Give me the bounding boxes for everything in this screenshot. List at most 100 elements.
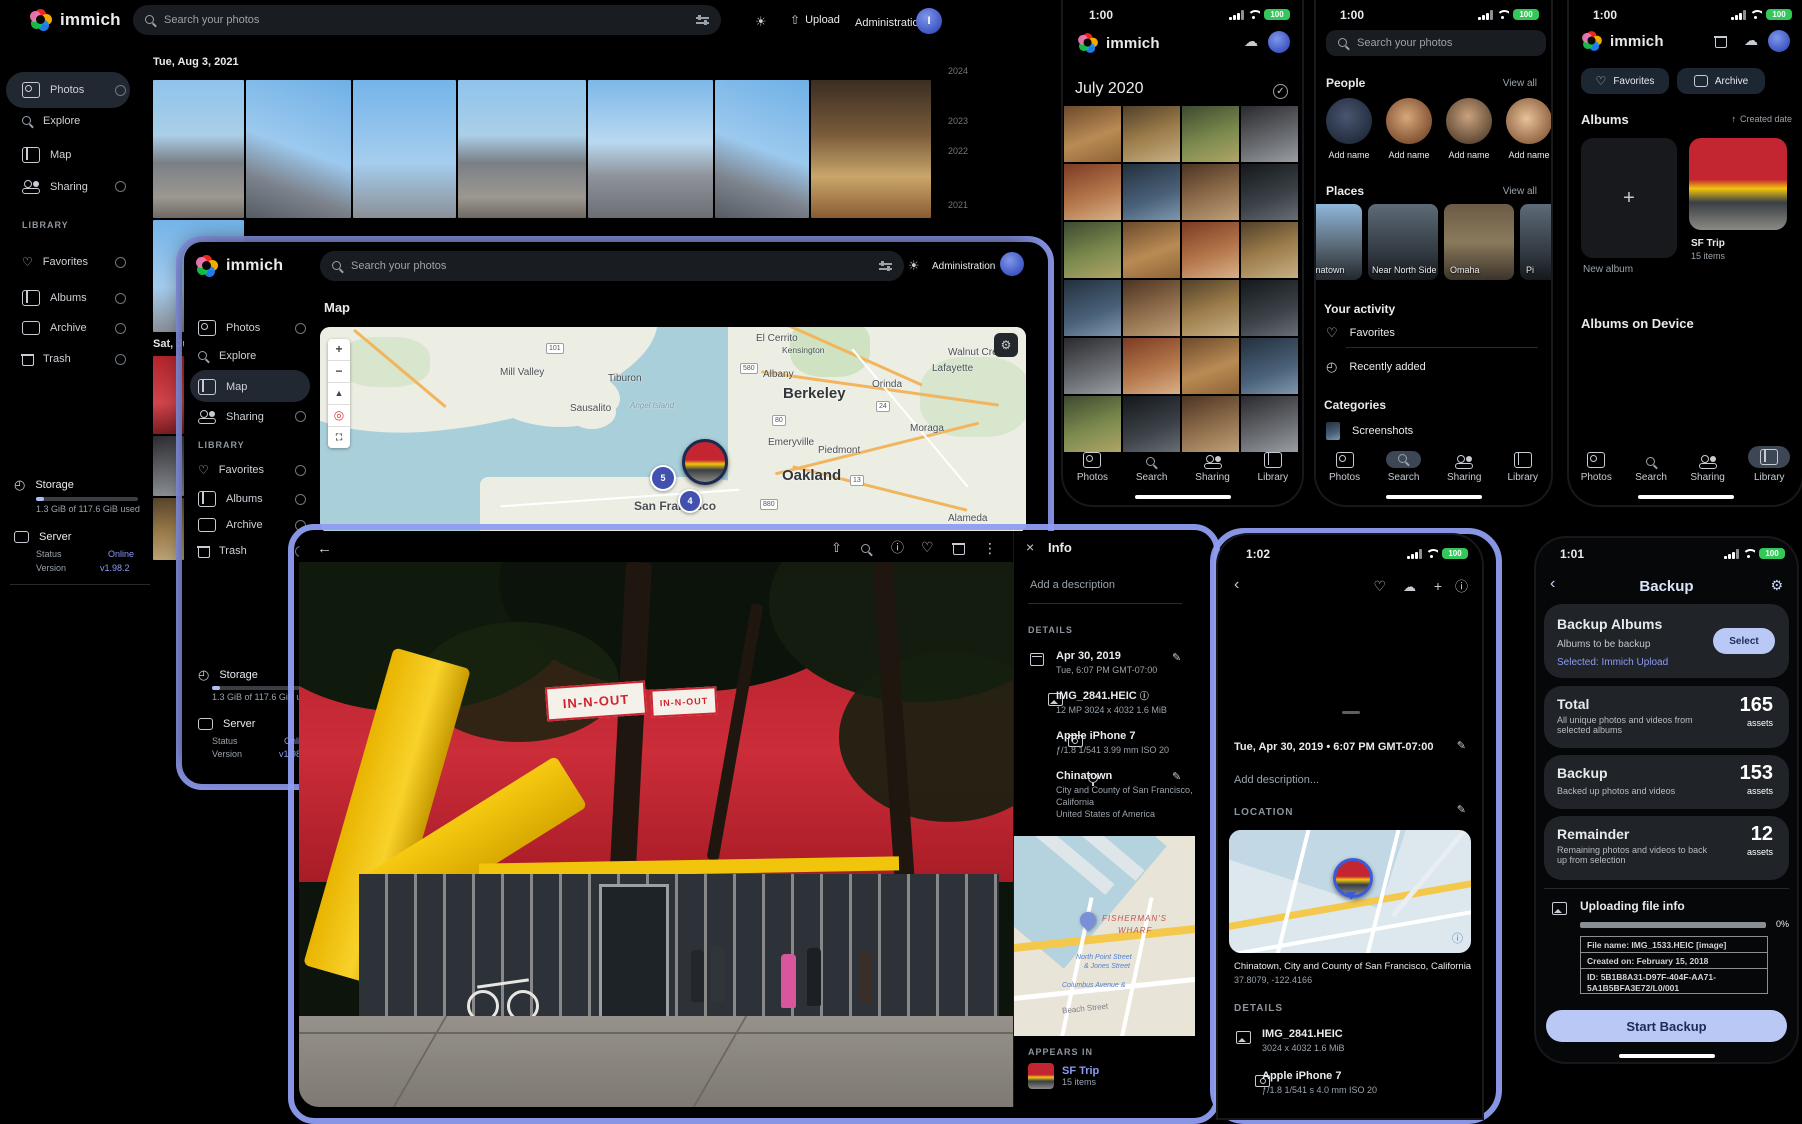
user-avatar[interactable] <box>1768 30 1790 52</box>
sidebar-item-archive[interactable]: Archive <box>22 321 126 335</box>
grid-photo[interactable] <box>1064 280 1121 336</box>
sidebar-item-map[interactable]: Map <box>198 379 306 395</box>
grid-photo[interactable] <box>1182 338 1239 394</box>
sidebar-item-favorites[interactable]: Favorites <box>198 464 306 476</box>
description-input[interactable]: Add description... <box>1234 774 1319 786</box>
sheet-handle[interactable] <box>1342 711 1360 714</box>
grid-photo[interactable] <box>1182 280 1239 336</box>
sidebar-item-photos[interactable]: Photos <box>22 82 126 98</box>
grid-photo[interactable] <box>1241 106 1298 162</box>
sidebar-item-archive[interactable]: Archive <box>198 518 306 532</box>
grid-photo[interactable] <box>1123 280 1180 336</box>
user-avatar[interactable] <box>1268 31 1290 53</box>
timeline-photo[interactable] <box>153 80 244 218</box>
layers-button[interactable]: ◎ <box>328 405 350 427</box>
upload-cloud-icon[interactable] <box>1244 34 1258 48</box>
add-button[interactable] <box>1434 579 1442 593</box>
timeline-photo[interactable] <box>458 80 586 218</box>
filter-icon[interactable] <box>879 261 892 271</box>
timeline-photo[interactable] <box>153 498 184 560</box>
edit-date-button[interactable] <box>1457 741 1466 752</box>
places-view-all[interactable]: View all <box>1503 186 1537 197</box>
favorites-button[interactable]: Favorites <box>1581 68 1669 94</box>
fullscreen-button[interactable]: ⛶ <box>328 427 350 448</box>
tab-library[interactable]: Library <box>1507 452 1538 483</box>
select-all-icon[interactable] <box>1273 84 1288 99</box>
timeline-photo[interactable] <box>588 80 713 218</box>
timeline-photo[interactable] <box>811 80 931 218</box>
map-info-icon[interactable] <box>1452 934 1463 945</box>
favorite-button[interactable] <box>1373 579 1386 593</box>
sort-button[interactable]: Created date <box>1731 114 1792 124</box>
place-item[interactable]: Omaha <box>1444 204 1514 280</box>
grid-photo[interactable] <box>1241 164 1298 220</box>
map-cluster-marker[interactable]: 4 <box>678 489 702 513</box>
grid-photo[interactable] <box>1123 338 1180 394</box>
timeline-photo[interactable] <box>246 80 351 218</box>
grid-photo[interactable] <box>1123 164 1180 220</box>
edit-location-button[interactable] <box>1457 805 1466 816</box>
locate-button[interactable]: ▲ <box>328 383 350 405</box>
location-map[interactable]: FISHERMAN'S WHARF Beach Street North Poi… <box>1014 836 1195 1036</box>
info-button[interactable] <box>1455 580 1468 593</box>
person-item[interactable]: Add name <box>1326 98 1372 160</box>
new-album-card[interactable] <box>1581 138 1677 258</box>
place-item[interactable]: Pi <box>1520 204 1551 280</box>
place-item[interactable]: Chinatown <box>1316 204 1362 280</box>
sidebar-item-trash[interactable]: Trash <box>198 545 306 557</box>
share-button[interactable] <box>831 541 842 554</box>
edit-location-button[interactable] <box>1172 772 1181 783</box>
grid-photo[interactable] <box>1123 396 1180 452</box>
sidebar-item-explore[interactable]: Explore <box>22 115 126 127</box>
grid-photo[interactable] <box>1064 338 1121 394</box>
tab-search[interactable]: Search <box>1635 457 1667 483</box>
favorite-button[interactable] <box>921 540 934 554</box>
user-avatar[interactable] <box>1000 252 1024 276</box>
administration-link[interactable]: Administration <box>855 17 925 29</box>
photo-grid[interactable] <box>1064 106 1302 452</box>
grid-photo[interactable] <box>1123 106 1180 162</box>
grid-photo[interactable] <box>1064 164 1121 220</box>
tab-search[interactable]: Search <box>1136 457 1168 483</box>
archive-button[interactable]: Archive <box>1677 68 1765 94</box>
theme-toggle-button[interactable] <box>908 259 920 272</box>
person-item[interactable]: Add name <box>1446 98 1492 160</box>
back-button[interactable] <box>317 541 332 556</box>
delete-button[interactable] <box>953 541 964 559</box>
map-zoom-controls[interactable]: + − ▲ ◎ ⛶ <box>328 339 350 448</box>
grid-photo[interactable] <box>1064 222 1121 278</box>
map-cluster-marker[interactable]: 5 <box>650 465 676 491</box>
sidebar-item-map[interactable]: Map <box>22 147 126 163</box>
tab-sharing[interactable]: Sharing <box>1447 455 1481 483</box>
tab-photos[interactable]: Photos <box>1077 452 1108 483</box>
timeline-photo[interactable] <box>153 436 184 496</box>
sidebar-item-albums[interactable]: Albums <box>198 491 306 507</box>
location-map[interactable] <box>1229 830 1471 953</box>
filter-icon[interactable] <box>696 15 709 25</box>
administration-link[interactable]: Administration <box>932 261 995 272</box>
grid-photo[interactable] <box>1064 106 1121 162</box>
timeline-photo[interactable] <box>715 80 809 218</box>
person-item[interactable]: Add name <box>1386 98 1432 160</box>
people-view-all[interactable]: View all <box>1503 78 1537 89</box>
upload-cloud-icon[interactable] <box>1744 33 1758 47</box>
info-button[interactable] <box>891 541 904 554</box>
start-backup-button[interactable]: Start Backup <box>1546 1010 1787 1042</box>
album-card-thumbnail[interactable] <box>1689 138 1787 230</box>
upload-button[interactable]: Upload <box>790 14 840 26</box>
sidebar-item-photos[interactable]: Photos <box>198 320 306 336</box>
grid-photo[interactable] <box>1064 396 1121 452</box>
grid-photo[interactable] <box>1182 222 1239 278</box>
edit-date-button[interactable] <box>1172 653 1181 664</box>
sidebar-item-explore[interactable]: Explore <box>198 350 306 362</box>
tab-photos[interactable]: Photos <box>1329 452 1360 483</box>
grid-photo[interactable] <box>1123 222 1180 278</box>
screenshots-row[interactable]: Screenshots <box>1326 422 1413 440</box>
search-input[interactable]: Search your photos <box>133 5 721 35</box>
sidebar-item-trash[interactable]: Trash <box>22 353 126 365</box>
zoom-in-button[interactable]: + <box>328 339 350 361</box>
grid-photo[interactable] <box>1182 106 1239 162</box>
settings-button[interactable] <box>1770 578 1783 592</box>
description-input[interactable]: Add a description <box>1030 579 1115 591</box>
sidebar-item-sharing[interactable]: Sharing <box>22 180 126 193</box>
